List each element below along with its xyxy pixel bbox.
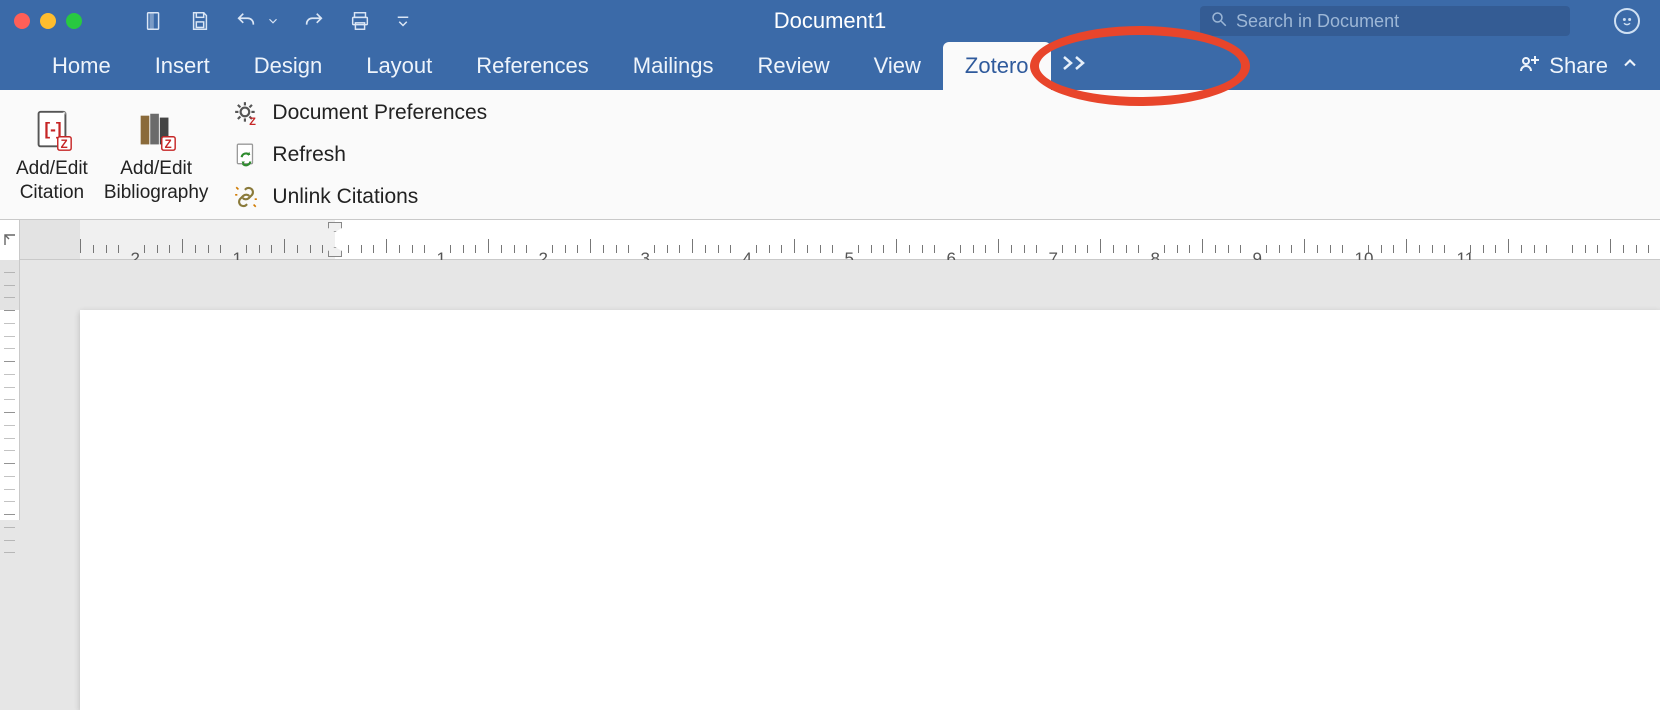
share-group: Share — [1517, 51, 1640, 81]
ruler-corner[interactable] — [0, 220, 20, 260]
button-label-line2: Citation — [20, 182, 84, 204]
tab-zotero[interactable]: Zotero — [943, 42, 1051, 90]
tab-label: Insert — [155, 53, 210, 79]
share-icon — [1517, 51, 1541, 81]
window-controls — [0, 13, 82, 29]
tab-label: Home — [52, 53, 111, 79]
button-label-line1: Add/Edit — [120, 158, 192, 180]
tab-label: Mailings — [633, 53, 714, 79]
title-bar: Document1 — [0, 0, 1660, 42]
tab-label: References — [476, 53, 589, 79]
unlink-icon — [232, 183, 260, 211]
ribbon-zotero: [-] Z Add/Edit Citation Z Add/Edit Bibli… — [0, 90, 1660, 220]
tab-references[interactable]: References — [454, 42, 611, 90]
tab-label: Zotero — [965, 53, 1029, 79]
tab-overflow-icon[interactable] — [1051, 53, 1099, 79]
feedback-smiley-icon[interactable] — [1614, 8, 1640, 34]
svg-text:[-]: [-] — [44, 118, 61, 138]
tab-mailings[interactable]: Mailings — [611, 42, 736, 90]
redo-icon[interactable] — [302, 9, 326, 33]
search-box[interactable] — [1200, 6, 1570, 36]
file-new-icon[interactable] — [142, 9, 166, 33]
unlink-citations-button[interactable]: Unlink Citations — [232, 183, 487, 211]
vertical-ruler[interactable] — [0, 260, 20, 520]
document-page[interactable] — [80, 310, 1660, 710]
minimize-window-button[interactable] — [40, 13, 56, 29]
tab-view[interactable]: View — [852, 42, 943, 90]
search-input[interactable] — [1236, 11, 1560, 32]
button-label-line1: Add/Edit — [16, 158, 88, 180]
tab-label: View — [874, 53, 921, 79]
ribbon-tabs: Home Insert Design Layout References Mai… — [0, 42, 1660, 90]
undo-icon[interactable] — [234, 9, 258, 33]
document-title: Document1 — [774, 8, 887, 34]
button-label: Refresh — [272, 143, 346, 167]
tab-home[interactable]: Home — [30, 42, 133, 90]
add-edit-bibliography-button[interactable]: Z Add/Edit Bibliography — [96, 96, 217, 213]
citation-icon: [-] Z — [27, 106, 77, 156]
share-label: Share — [1549, 53, 1608, 79]
horizontal-ruler[interactable]: 211234567891011 — [0, 220, 1660, 260]
bibliography-icon: Z — [131, 106, 181, 156]
zotero-small-buttons: Z Document Preferences Refresh — [232, 96, 487, 213]
svg-text:Z: Z — [250, 115, 257, 125]
button-label: Unlink Citations — [272, 185, 418, 209]
collapse-ribbon-icon[interactable] — [1620, 53, 1640, 79]
button-label-line2: Bibliography — [104, 182, 209, 204]
customize-qat-icon[interactable] — [394, 9, 412, 33]
close-window-button[interactable] — [14, 13, 30, 29]
svg-text:Z: Z — [61, 139, 68, 151]
print-icon[interactable] — [348, 9, 372, 33]
tab-insert[interactable]: Insert — [133, 42, 232, 90]
save-icon[interactable] — [188, 9, 212, 33]
tab-design[interactable]: Design — [232, 42, 344, 90]
undo-dropdown-icon[interactable] — [266, 9, 280, 33]
refresh-button[interactable]: Refresh — [232, 141, 487, 169]
tab-label: Design — [254, 53, 322, 79]
share-button[interactable]: Share — [1517, 51, 1608, 81]
gear-icon: Z — [232, 99, 260, 127]
tab-label: Layout — [366, 53, 432, 79]
document-preferences-button[interactable]: Z Document Preferences — [232, 99, 487, 127]
refresh-icon — [232, 141, 260, 169]
quick-access-toolbar — [142, 9, 412, 33]
add-edit-citation-button[interactable]: [-] Z Add/Edit Citation — [8, 96, 96, 213]
document-area — [0, 260, 1660, 520]
svg-text:Z: Z — [165, 139, 172, 151]
search-icon — [1210, 10, 1228, 33]
button-label: Document Preferences — [272, 101, 487, 125]
tab-layout[interactable]: Layout — [344, 42, 454, 90]
tab-review[interactable]: Review — [735, 42, 851, 90]
zoom-window-button[interactable] — [66, 13, 82, 29]
tab-label: Review — [757, 53, 829, 79]
